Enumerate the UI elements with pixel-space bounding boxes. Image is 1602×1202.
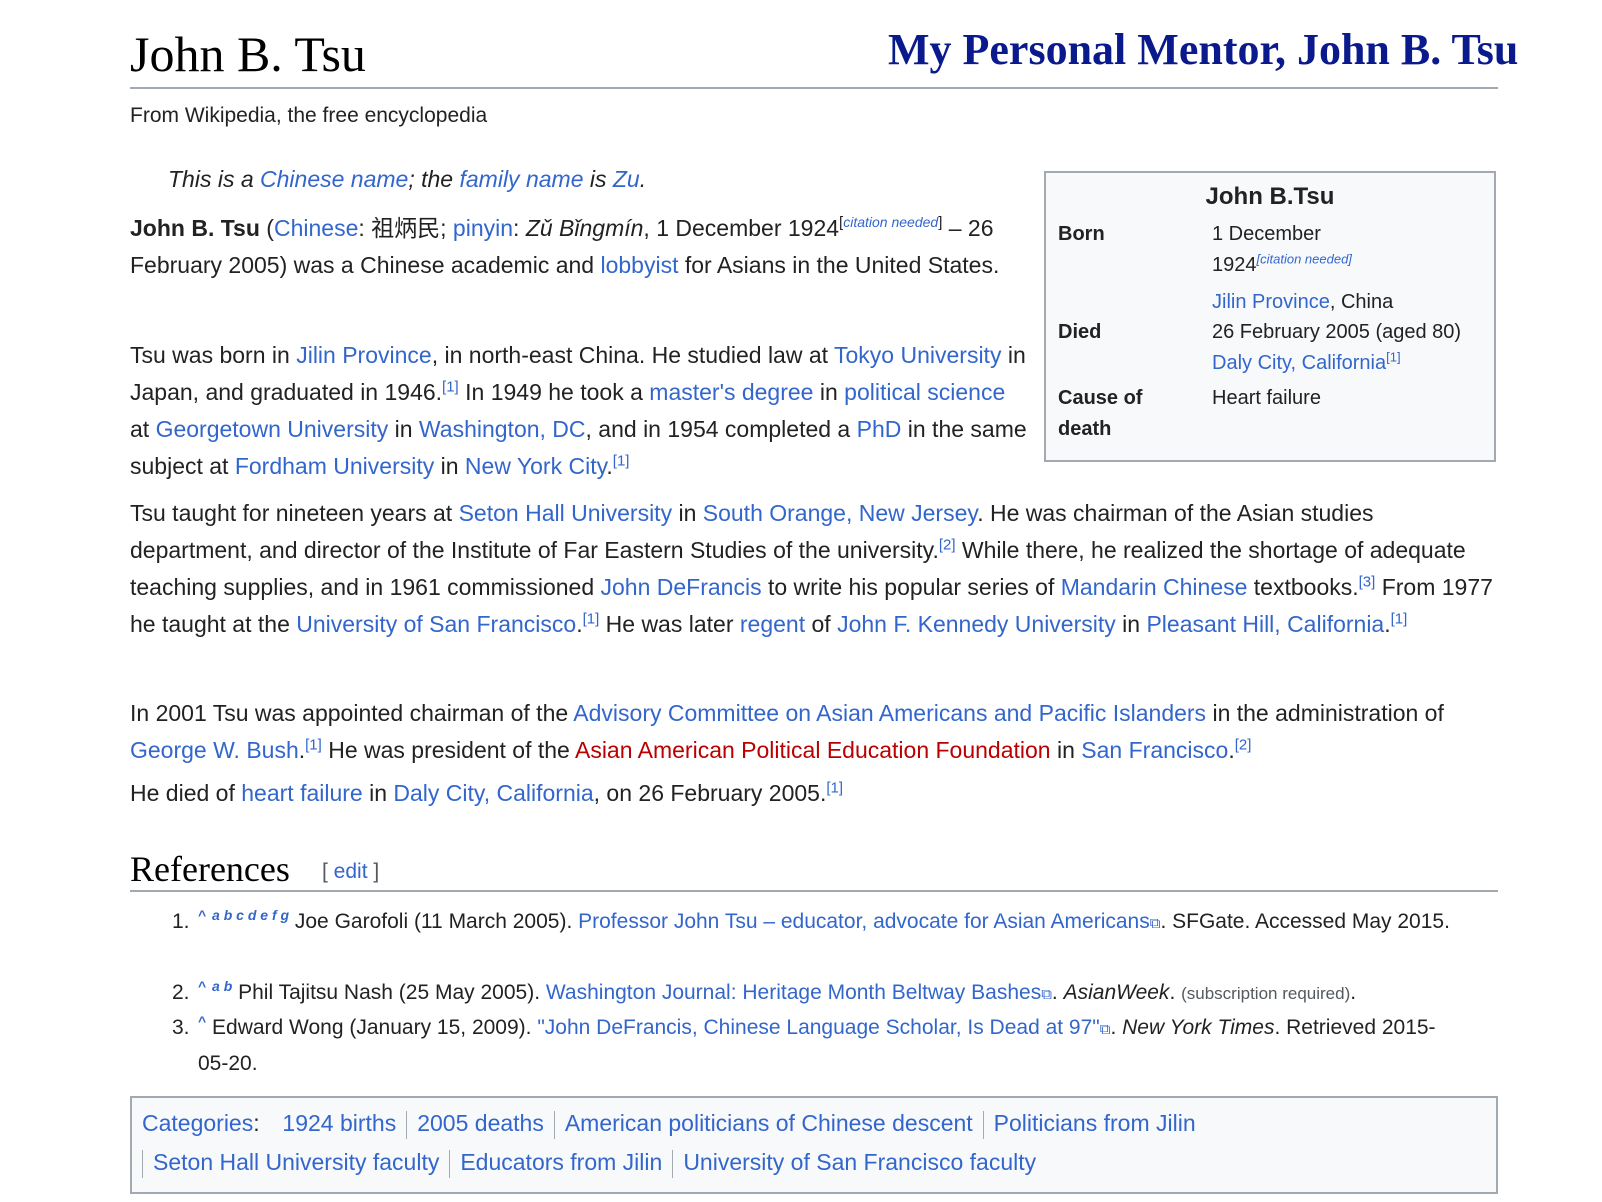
redlink-aapef[interactable]: Asian American Political Education Found… <box>575 737 1051 763</box>
link-daly-city[interactable]: Daly City, California <box>393 780 593 806</box>
link-political-science[interactable]: political science <box>844 379 1005 405</box>
category-link[interactable]: 2005 deaths <box>417 1110 544 1136</box>
ref-source-link[interactable]: Professor John Tsu – educator, advocate … <box>578 910 1150 933</box>
link-chinese[interactable]: Chinese <box>274 215 358 241</box>
pinyin-name: Zǔ Bǐngmín <box>525 215 644 241</box>
category-link[interactable]: 1924 births <box>282 1110 396 1136</box>
infobox-born-label: Born <box>1058 223 1105 245</box>
backlinks[interactable]: a b <box>212 978 232 994</box>
category-link[interactable]: Educators from Jilin <box>460 1149 662 1175</box>
infobox-cause-label: Cause of death <box>1058 387 1143 440</box>
infobox-died-label: Died <box>1058 321 1102 343</box>
citation-needed[interactable]: [citation needed] <box>1257 251 1352 266</box>
subject-name: John B. Tsu <box>130 215 260 241</box>
page-title: John B. Tsu <box>130 26 366 82</box>
link-zu[interactable]: Zu <box>613 166 640 192</box>
link-fordham[interactable]: Fordham University <box>235 453 434 479</box>
reference-item: 2. ^ a b Phil Tajitsu Nash (25 May 2005)… <box>172 978 1357 1004</box>
link-pleasant-hill[interactable]: Pleasant Hill, California <box>1146 611 1384 637</box>
edit-link[interactable]: edit <box>334 860 368 883</box>
ref-link[interactable]: [1] <box>442 378 459 395</box>
link-tokyo-university[interactable]: Tokyo University <box>834 342 1001 368</box>
category-link[interactable]: University of San Francisco faculty <box>683 1149 1036 1175</box>
ref-link[interactable]: [2] <box>939 536 956 553</box>
external-link-icon: ⧉ <box>1041 986 1052 1003</box>
ref-link[interactable]: [2] <box>1235 736 1252 753</box>
hatnote: This is a Chinese name; the family name … <box>168 166 647 192</box>
categories-label[interactable]: Categories <box>142 1110 253 1136</box>
reference-item: 1. ^ a b c d e f g Joe Garofoli (11 Marc… <box>172 907 1450 933</box>
ref-link[interactable]: [1] <box>305 736 322 753</box>
ref-link[interactable]: [1] <box>1386 349 1400 364</box>
link-lobbyist[interactable]: lobbyist <box>600 252 678 278</box>
categories-row: Categories: 1924 births 2005 deaths Americ… <box>142 1110 1196 1139</box>
link-san-francisco[interactable]: San Francisco <box>1081 737 1228 763</box>
references-heading: References <box>130 849 290 889</box>
section-edit: [ edit ] <box>322 860 380 883</box>
ref-link[interactable]: [1] <box>826 779 843 796</box>
link-washington-dc[interactable]: Washington, DC <box>419 416 586 442</box>
external-link-icon: ⧉ <box>1149 915 1161 932</box>
ref-link[interactable]: [1] <box>1391 610 1408 627</box>
backlinks[interactable]: a b c d e f g <box>212 907 289 923</box>
link-daly-city[interactable]: Daly City, California <box>1212 352 1386 374</box>
early-life-paragraph: Tsu was born in Jilin Province, in north… <box>130 342 1027 479</box>
link-phd[interactable]: PhD <box>857 416 902 442</box>
ref-source-link[interactable]: "John DeFrancis, Chinese Language Schola… <box>537 1016 1099 1039</box>
category-link[interactable]: Seton Hall University faculty <box>153 1149 439 1175</box>
link-usf[interactable]: University of San Francisco <box>296 611 576 637</box>
ref-source-link[interactable]: Washington Journal: Heritage Month Beltw… <box>546 981 1041 1004</box>
intro-paragraph: John B. Tsu (Chinese: 祖炳民; pinyin: Zǔ Bǐ… <box>130 214 1000 278</box>
link-georgetown[interactable]: Georgetown University <box>156 416 389 442</box>
link-mandarin-chinese[interactable]: Mandarin Chinese <box>1061 574 1248 600</box>
link-pinyin[interactable]: pinyin <box>453 215 513 241</box>
mentor-banner-title: My Personal Mentor, John B. Tsu <box>888 25 1519 74</box>
title-divider <box>130 87 1498 89</box>
category-link[interactable]: American politicians of Chinese descent <box>565 1110 973 1136</box>
ref-link[interactable]: [1] <box>583 610 600 627</box>
backlink-caret[interactable]: ^ <box>198 1013 206 1029</box>
later-career-paragraph: In 2001 Tsu was appointed chairman of th… <box>130 700 1444 763</box>
ref-link[interactable]: [3] <box>1359 573 1376 590</box>
link-new-york-city[interactable]: New York City <box>465 453 606 479</box>
external-link-icon: ⧉ <box>1099 1021 1111 1038</box>
career-paragraph: Tsu taught for nineteen years at Seton H… <box>130 500 1493 637</box>
link-heart-failure[interactable]: heart failure <box>241 780 362 806</box>
link-seton-hall[interactable]: Seton Hall University <box>459 500 672 526</box>
site-tagline: From Wikipedia, the free encyclopedia <box>130 104 488 127</box>
link-john-defrancis[interactable]: John DeFrancis <box>601 574 762 600</box>
link-jilin-province[interactable]: Jilin Province <box>1212 291 1330 313</box>
ref-link[interactable]: [1] <box>613 452 630 469</box>
infobox-born-value: 1 December 1924[citation needed] Jilin P… <box>1212 223 1394 313</box>
infobox-cause-value: Heart failure <box>1212 387 1321 409</box>
backlink-caret[interactable]: ^ <box>198 978 206 994</box>
citation-needed[interactable]: [citation needed] <box>839 214 942 231</box>
infobox: John B.Tsu Born 1 December 1924[citation… <box>1044 171 1496 462</box>
link-jilin-province[interactable]: Jilin Province <box>296 342 432 368</box>
link-chinese-name[interactable]: Chinese name <box>260 166 408 192</box>
link-advisory-committee[interactable]: Advisory Committee on Asian Americans an… <box>573 700 1206 726</box>
infobox-title: John B.Tsu <box>1205 183 1335 210</box>
backlink-caret[interactable]: ^ <box>198 907 206 923</box>
link-regent[interactable]: regent <box>740 611 805 637</box>
link-george-w-bush[interactable]: George W. Bush <box>130 737 299 763</box>
references-divider <box>130 890 1498 892</box>
link-masters-degree[interactable]: master's degree <box>649 379 813 405</box>
link-south-orange[interactable]: South Orange, New Jersey <box>703 500 977 526</box>
link-family-name[interactable]: family name <box>460 166 584 192</box>
category-link[interactable]: Politicians from Jilin <box>994 1110 1196 1136</box>
reference-item: 3. ^ Edward Wong (January 15, 2009). "Jo… <box>172 1013 1436 1075</box>
infobox-died-value: 26 February 2005 (aged 80) Daly City, Ca… <box>1212 321 1462 374</box>
categories-row: Seton Hall University faculty Educators f… <box>142 1149 1036 1178</box>
link-jfk-university[interactable]: John F. Kennedy University <box>837 611 1116 637</box>
categories-box: Categories: 1924 births 2005 deaths Americ… <box>130 1096 1498 1194</box>
death-paragraph: He died of heart failure in Daly City, C… <box>130 779 844 806</box>
